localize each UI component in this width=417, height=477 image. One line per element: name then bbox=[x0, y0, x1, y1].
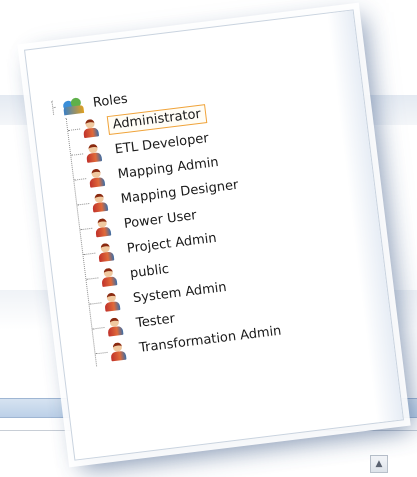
roles-group-icon bbox=[62, 95, 85, 116]
roles-tree: - Roles Administrator ETL Developer Mappin… bbox=[51, 59, 382, 368]
user-role-icon bbox=[99, 267, 118, 287]
user-role-icon bbox=[96, 242, 115, 262]
scroll-up-arrow-icon[interactable]: ▲ bbox=[370, 455, 388, 473]
role-list: Administrator ETL Developer Mapping Admin M… bbox=[65, 83, 382, 367]
user-role-icon bbox=[105, 316, 124, 337]
user-role-icon bbox=[81, 118, 100, 138]
user-role-icon bbox=[90, 192, 109, 213]
tree-expander-icon[interactable]: - bbox=[51, 99, 63, 115]
roles-tree-card: - Roles Administrator ETL Developer Mappin… bbox=[24, 9, 404, 461]
user-role-icon bbox=[108, 341, 127, 361]
user-role-icon bbox=[102, 291, 121, 312]
tree-item-label: public bbox=[129, 261, 170, 282]
user-role-icon bbox=[84, 143, 103, 163]
tree-item-label: Tester bbox=[135, 311, 176, 332]
user-role-icon bbox=[93, 217, 112, 237]
user-role-icon bbox=[87, 167, 106, 188]
tree-root-label: Roles bbox=[92, 91, 129, 111]
